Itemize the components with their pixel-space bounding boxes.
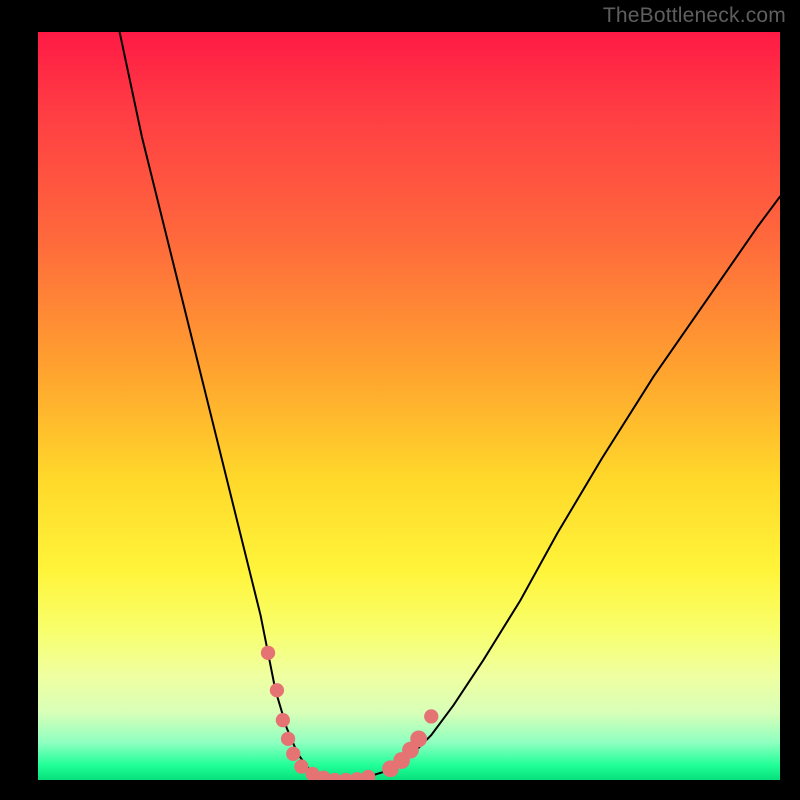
curve-markers (261, 646, 439, 780)
curve-marker (276, 713, 290, 727)
curve-marker (286, 747, 300, 761)
bottleneck-curve (120, 32, 780, 780)
chart-overlay (38, 32, 780, 780)
curve-marker (424, 709, 438, 723)
curve-marker (410, 730, 427, 747)
curve-marker (270, 683, 284, 697)
chart-frame: TheBottleneck.com (0, 0, 800, 800)
curve-marker (281, 732, 295, 746)
curve-marker (361, 770, 375, 780)
curve-marker (261, 646, 275, 660)
watermark-text: TheBottleneck.com (603, 4, 786, 28)
